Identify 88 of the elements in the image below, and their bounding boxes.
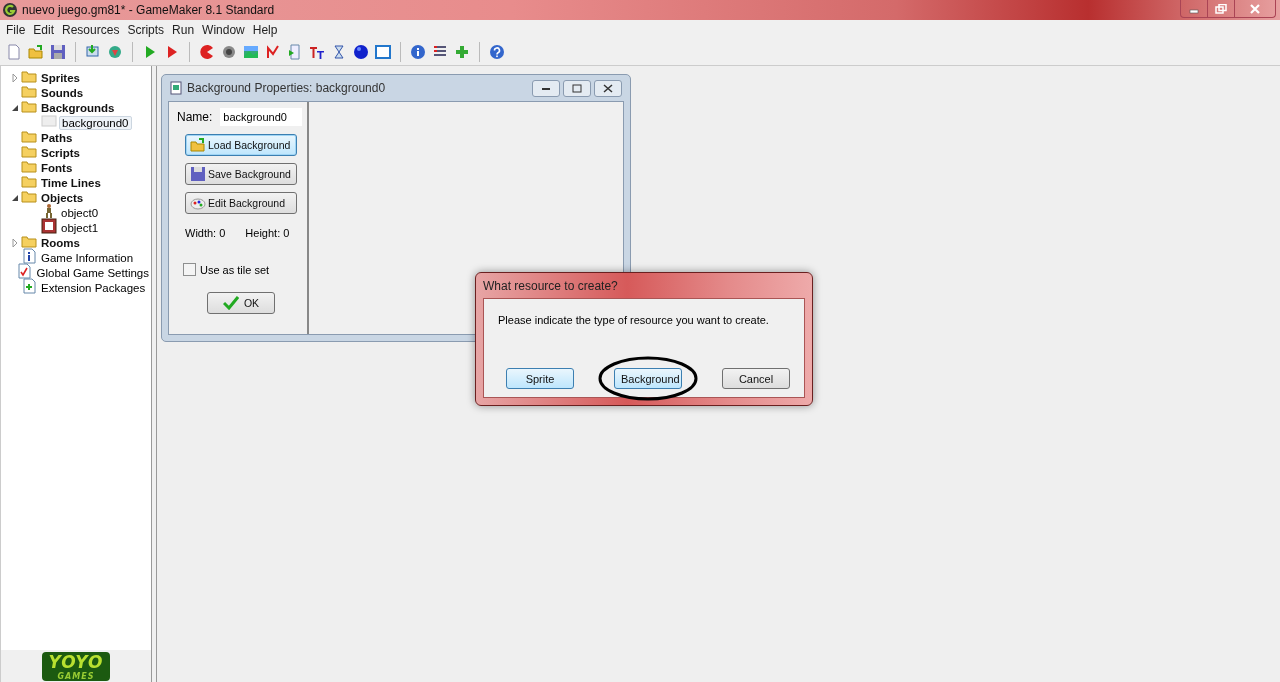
- folder-icon: [21, 83, 37, 99]
- checkmark-document-icon: [16, 263, 33, 279]
- tree-item[interactable]: object1: [59, 221, 101, 234]
- load-background-button[interactable]: Load Background: [185, 134, 297, 156]
- menu-item[interactable]: Window: [198, 22, 249, 37]
- minimize-button[interactable]: [532, 79, 560, 97]
- save-icon[interactable]: [50, 44, 66, 60]
- globe-icon[interactable]: [107, 44, 123, 60]
- tree-item[interactable]: Sounds: [39, 86, 86, 99]
- tree-item[interactable]: object0: [59, 206, 101, 219]
- expanded-arrow-icon[interactable]: [11, 193, 19, 202]
- tree-item[interactable]: Time Lines: [39, 176, 103, 189]
- folder-icon: [21, 173, 37, 189]
- save-background-button[interactable]: Save Background: [185, 163, 297, 185]
- window-title: Background Properties: background0: [187, 81, 387, 95]
- folder-icon: [21, 98, 37, 114]
- plus-icon[interactable]: [454, 44, 470, 60]
- dialog-button[interactable]: Background: [614, 368, 682, 389]
- app-logo-icon: [2, 2, 18, 18]
- width-label: Width: 0: [185, 227, 226, 239]
- menu-item[interactable]: Edit: [29, 22, 59, 37]
- tree-item[interactable]: Rooms: [39, 236, 82, 249]
- help-icon[interactable]: [489, 44, 505, 60]
- speaker-icon[interactable]: [221, 44, 237, 60]
- info-icon[interactable]: [410, 44, 426, 60]
- open-folder-icon[interactable]: [28, 44, 44, 60]
- path-icon[interactable]: [265, 44, 281, 60]
- ball-icon[interactable]: [353, 44, 369, 60]
- dialog-title: What resource to create?: [483, 277, 619, 295]
- edit-background-button[interactable]: Edit Background: [185, 192, 297, 214]
- tree-item[interactable]: Objects: [39, 191, 86, 204]
- menu-item[interactable]: File: [2, 22, 30, 37]
- checkbox-label: Use as tile set: [200, 263, 270, 276]
- image-icon[interactable]: [243, 44, 259, 60]
- crate-icon: [41, 218, 57, 234]
- tree-item[interactable]: Backgrounds: [39, 101, 117, 114]
- export-icon[interactable]: [85, 44, 101, 60]
- folder-icon: [21, 158, 37, 174]
- image-document-icon: [170, 81, 182, 95]
- folder-icon: [21, 68, 37, 84]
- dialog-button[interactable]: Sprite: [506, 368, 574, 389]
- ok-button[interactable]: OK: [207, 292, 275, 314]
- close-icon: [1249, 3, 1261, 14]
- expanded-arrow-icon[interactable]: [11, 103, 19, 112]
- close-button[interactable]: [594, 79, 622, 97]
- plus-document-icon: [21, 278, 37, 294]
- collapsed-arrow-icon[interactable]: [11, 73, 19, 82]
- tree-item[interactable]: Paths: [39, 131, 75, 144]
- dialog-button[interactable]: Cancel: [722, 368, 790, 389]
- script-icon[interactable]: [287, 44, 303, 60]
- save-icon: [190, 166, 206, 182]
- logo-text: YOYO: [48, 651, 104, 672]
- folder-icon: [21, 128, 37, 144]
- checkmark-icon: [222, 296, 239, 310]
- close-icon: [603, 83, 613, 93]
- checkbox[interactable]: [183, 263, 196, 276]
- menu-item[interactable]: Run: [168, 22, 199, 37]
- pacman-icon[interactable]: [199, 44, 215, 60]
- open-folder-icon: [190, 137, 206, 153]
- tree-item[interactable]: Sprites: [39, 71, 82, 84]
- folder-icon: [21, 233, 37, 249]
- font-icon[interactable]: [309, 44, 325, 60]
- tree-item[interactable]: Global Game Settings: [34, 266, 151, 279]
- tree-item[interactable]: Game Information: [39, 251, 136, 264]
- window-icon[interactable]: [375, 44, 391, 60]
- tree-item[interactable]: Fonts: [39, 161, 75, 174]
- new-file-icon[interactable]: [6, 44, 22, 60]
- info-icon: [21, 248, 37, 264]
- dialog-message: Please indicate the type of resource you want to create.: [498, 314, 770, 328]
- folder-icon: [21, 143, 37, 159]
- menu-item[interactable]: Help: [248, 22, 282, 37]
- collapsed-arrow-icon[interactable]: [11, 238, 19, 247]
- tree-item[interactable]: background0: [59, 115, 132, 130]
- menu-item[interactable]: Scripts: [123, 22, 169, 37]
- tree-item[interactable]: Scripts: [39, 146, 82, 159]
- field-label: Name:: [177, 110, 213, 124]
- folder-icon: [21, 188, 37, 204]
- logo-subtext: GAMES: [57, 671, 95, 681]
- menu-item[interactable]: Resources: [58, 22, 124, 37]
- background-icon: [41, 113, 57, 129]
- height-label: Height: 0: [245, 227, 290, 239]
- hourglass-icon[interactable]: [331, 44, 347, 60]
- maximize-icon: [572, 83, 582, 93]
- restore-icon: [1215, 3, 1227, 14]
- tree-item[interactable]: Extension Packages: [39, 281, 148, 294]
- palette-icon: [190, 195, 206, 211]
- window-title: nuevo juego.gm81* - GameMaker 8.1 Standard: [22, 3, 275, 17]
- name-field[interactable]: background0: [220, 108, 303, 126]
